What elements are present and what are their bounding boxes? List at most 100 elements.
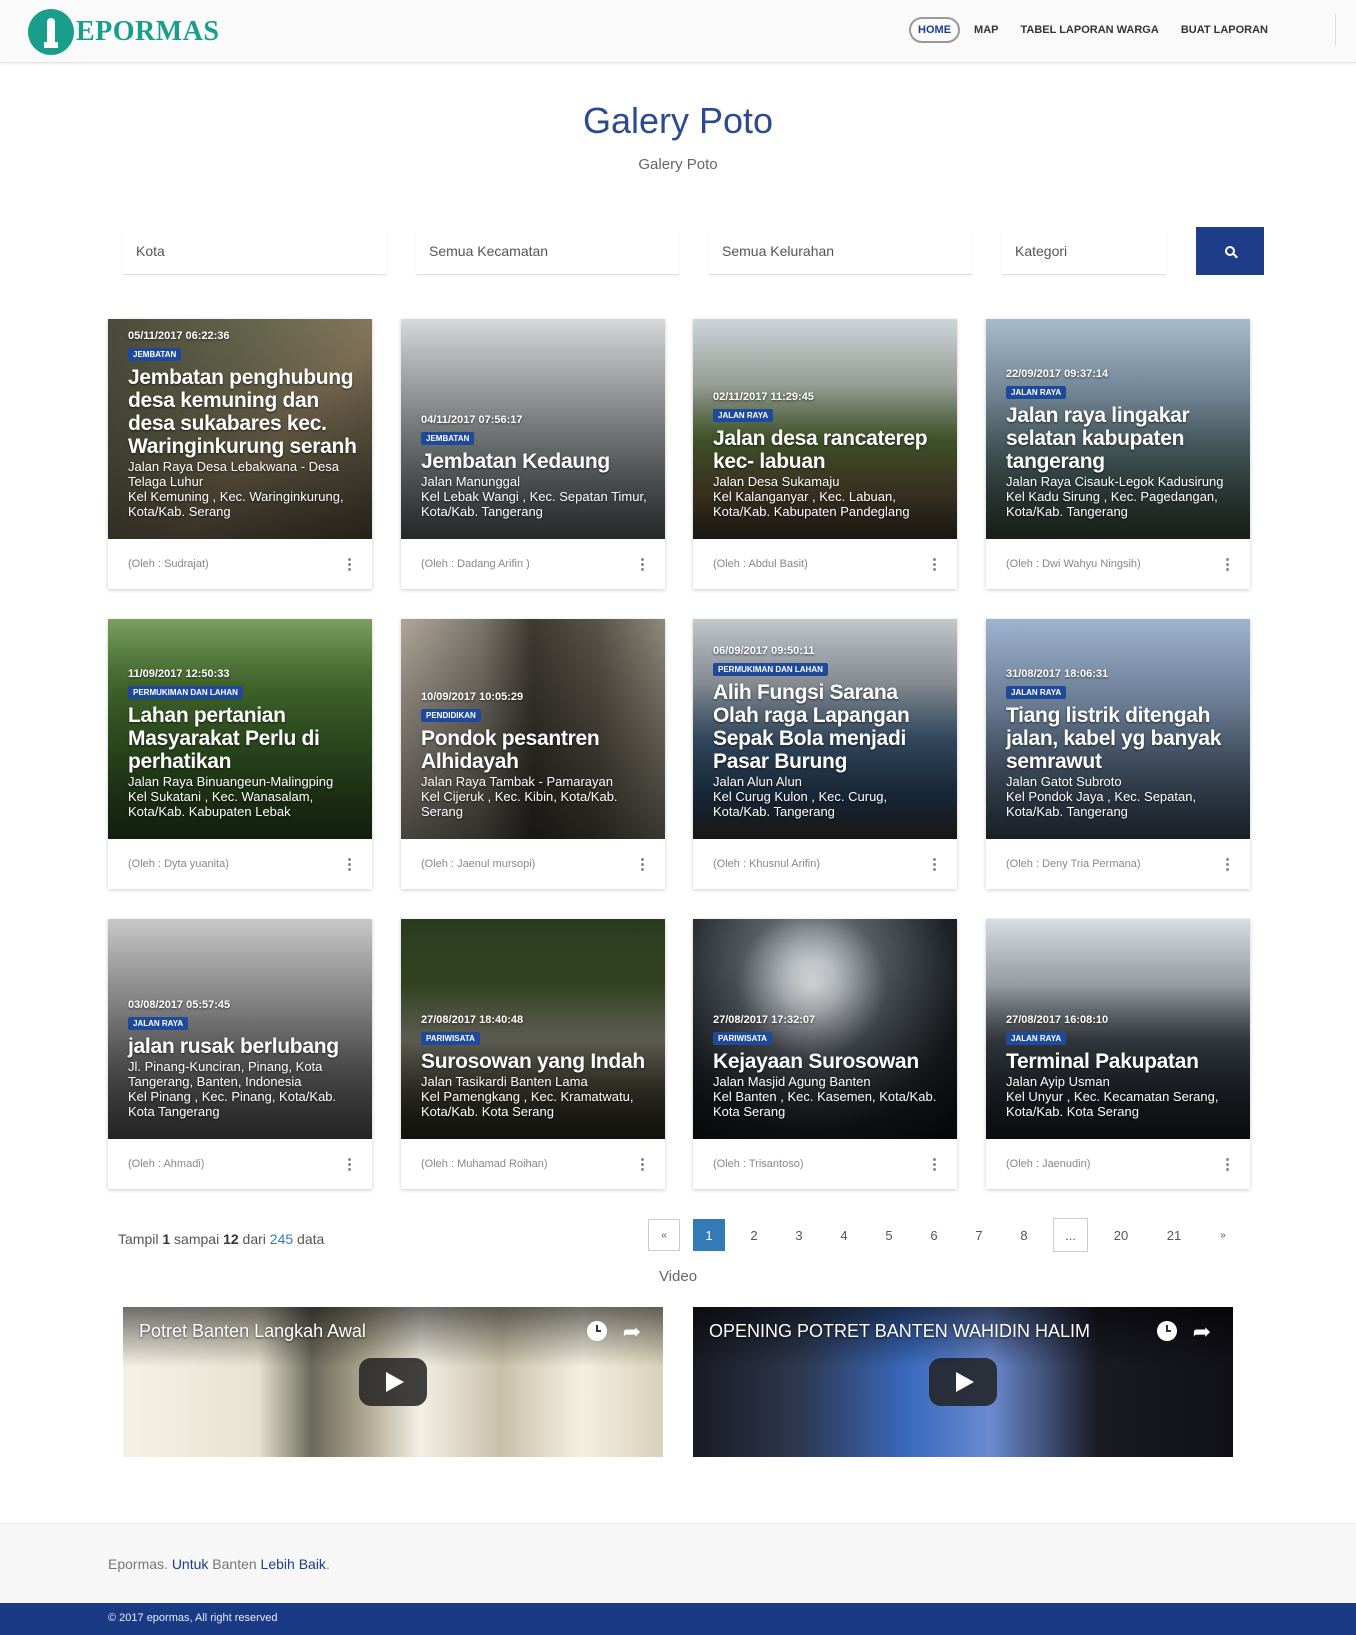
report-date: 03/08/2017 05:57:45 bbox=[128, 999, 231, 1011]
report-card[interactable]: 10/09/2017 10:05:29 PENDIDIKAN Pondok pesa… bbox=[401, 619, 665, 889]
pagination-page-7[interactable]: 7 bbox=[963, 1219, 995, 1251]
share-icon[interactable]: ➦ bbox=[1193, 1319, 1211, 1345]
kategori-select[interactable]: Kategori bbox=[1002, 229, 1166, 275]
more-options-icon[interactable] bbox=[348, 857, 352, 871]
report-photo[interactable]: 05/11/2017 06:22:36 JEMBATAN Jembatan peng… bbox=[108, 319, 372, 539]
pagination-page-3[interactable]: 3 bbox=[783, 1219, 815, 1251]
report-photo[interactable]: 27/08/2017 16:08:10 JALAN RAYA Terminal Pa… bbox=[986, 919, 1250, 1139]
pagination-page-2[interactable]: 2 bbox=[738, 1219, 770, 1251]
report-photo[interactable]: 27/08/2017 17:32:07 PARIWISATA Kejayaan Su… bbox=[693, 919, 957, 1139]
more-options-icon[interactable] bbox=[641, 857, 645, 871]
report-card[interactable]: 27/08/2017 18:40:48 PARIWISATA Surosowan y… bbox=[401, 919, 665, 1189]
report-title[interactable]: Jembatan penghubung desa kemuning dan de… bbox=[128, 366, 358, 458]
pagination-page-5[interactable]: 5 bbox=[873, 1219, 905, 1251]
more-options-icon[interactable] bbox=[641, 557, 645, 571]
report-author: (Oleh : Dyta yuanita) bbox=[128, 858, 229, 870]
play-button[interactable] bbox=[929, 1358, 997, 1406]
card-footer: (Oleh : Khusnul Arifin) bbox=[693, 839, 957, 889]
report-photo[interactable]: 11/09/2017 12:50:33 PERMUKIMAN DAN LAHAN L… bbox=[108, 619, 372, 839]
category-badge: PENDIDIKAN bbox=[421, 709, 481, 722]
report-title[interactable]: Jalan raya lingakar selatan kabupaten ta… bbox=[1006, 404, 1236, 473]
report-photo[interactable]: 02/11/2017 11:29:45 JALAN RAYA Jalan desa … bbox=[693, 319, 957, 539]
more-options-icon[interactable] bbox=[1226, 557, 1230, 571]
report-location: Kel Lebak Wangi , Kec. Sepatan Timur, Ko… bbox=[421, 489, 647, 519]
report-title[interactable]: Kejayaan Surosowan bbox=[713, 1050, 943, 1073]
more-options-icon[interactable] bbox=[348, 1157, 352, 1171]
report-location: Kel Sukatani , Kec. Wanasalam, Kota/Kab.… bbox=[128, 789, 314, 819]
logo-text: EPORMAS bbox=[76, 16, 220, 47]
report-title[interactable]: Terminal Pakupatan bbox=[1006, 1050, 1236, 1073]
card-footer: (Oleh : Trisantoso) bbox=[693, 1139, 957, 1189]
report-photo[interactable]: 06/09/2017 09:50:11 PERMUKIMAN DAN LAHAN A… bbox=[693, 619, 957, 839]
pagination-page-4[interactable]: 4 bbox=[828, 1219, 860, 1251]
report-card[interactable]: 11/09/2017 12:50:33 PERMUKIMAN DAN LAHAN L… bbox=[108, 619, 372, 889]
video-title[interactable]: Potret Banten Langkah Awal bbox=[139, 1321, 366, 1342]
report-card[interactable]: 27/08/2017 17:32:07 PARIWISATA Kejayaan Su… bbox=[693, 919, 957, 1189]
search-button[interactable] bbox=[1196, 227, 1264, 275]
report-author: (Oleh : Deny Tria Permana) bbox=[1006, 858, 1141, 870]
pagination-page-20[interactable]: 20 bbox=[1101, 1219, 1141, 1251]
report-author: (Oleh : Khusnul Arifin) bbox=[713, 858, 820, 870]
more-options-icon[interactable] bbox=[1226, 1157, 1230, 1171]
report-author: (Oleh : Jaenul mursopi) bbox=[421, 858, 536, 870]
video-section-title: Video bbox=[658, 1268, 698, 1285]
pagination-page-1[interactable]: 1 bbox=[693, 1219, 725, 1251]
report-photo[interactable]: 22/09/2017 09:37:14 JALAN RAYA Jalan raya … bbox=[986, 319, 1250, 539]
report-card[interactable]: 05/11/2017 06:22:36 JEMBATAN Jembatan peng… bbox=[108, 319, 372, 589]
more-options-icon[interactable] bbox=[641, 1157, 645, 1171]
report-card[interactable]: 22/09/2017 09:37:14 JALAN RAYA Jalan raya … bbox=[986, 319, 1250, 589]
more-options-icon[interactable] bbox=[933, 857, 937, 871]
video-player-1[interactable]: Potret Banten Langkah Awal ➦ bbox=[123, 1307, 663, 1457]
report-card[interactable]: 03/08/2017 05:57:45 JALAN RAYA jalan rusak… bbox=[108, 919, 372, 1189]
report-photo[interactable]: 27/08/2017 18:40:48 PARIWISATA Surosowan y… bbox=[401, 919, 665, 1139]
more-options-icon[interactable] bbox=[933, 557, 937, 571]
report-card[interactable]: 06/09/2017 09:50:11 PERMUKIMAN DAN LAHAN A… bbox=[693, 619, 957, 889]
report-title[interactable]: Pondok pesantren Alhidayah bbox=[421, 727, 651, 773]
nav-buat-laporan[interactable]: BUAT LAPORAN bbox=[1173, 17, 1276, 43]
report-location: Kel Banten , Kec. Kasemen, Kota/Kab. Kot… bbox=[713, 1089, 937, 1119]
copyright-bar: © 2017 epormas, All right reserved bbox=[0, 1603, 1356, 1635]
report-title[interactable]: Lahan pertanian Masyarakat Perlu di perh… bbox=[128, 704, 358, 773]
report-title[interactable]: Tiang listrik ditengah jalan, kabel yg b… bbox=[1006, 704, 1236, 773]
report-photo[interactable]: 10/09/2017 10:05:29 PENDIDIKAN Pondok pesa… bbox=[401, 619, 665, 839]
report-title[interactable]: Jembatan Kedaung bbox=[421, 450, 651, 473]
share-icon[interactable]: ➦ bbox=[623, 1319, 641, 1345]
report-address: Jl. Pinang-Kunciran, Pinang, Kota Tanger… bbox=[128, 1059, 323, 1089]
report-photo[interactable]: 04/11/2017 07:56:17 JEMBATAN Jembatan Keda… bbox=[401, 319, 665, 539]
more-options-icon[interactable] bbox=[933, 1157, 937, 1171]
pagination-page-21[interactable]: 21 bbox=[1154, 1219, 1194, 1251]
logo[interactable]: EPORMAS bbox=[28, 9, 220, 55]
category-badge: JEMBATAN bbox=[128, 348, 182, 361]
report-title[interactable]: Surosowan yang Indah bbox=[421, 1050, 651, 1073]
watch-later-icon[interactable] bbox=[1157, 1321, 1177, 1341]
report-title[interactable]: jalan rusak berlubang bbox=[128, 1035, 358, 1058]
card-footer: (Oleh : Muhamad Roihan) bbox=[401, 1139, 665, 1189]
report-photo[interactable]: 31/08/2017 18:06:31 JALAN RAYA Tiang listr… bbox=[986, 619, 1250, 839]
pagination-next[interactable]: » bbox=[1207, 1219, 1239, 1251]
nav-map[interactable]: MAP bbox=[966, 17, 1006, 43]
video-player-2[interactable]: OPENING POTRET BANTEN WAHIDIN HALIM ➦ bbox=[693, 1307, 1233, 1457]
category-badge: PARIWISATA bbox=[421, 1032, 480, 1045]
video-title[interactable]: OPENING POTRET BANTEN WAHIDIN HALIM bbox=[709, 1321, 1090, 1342]
top-navbar: EPORMAS HOME MAP TABEL LAPORAN WARGA BUA… bbox=[0, 0, 1356, 63]
kelurahan-select[interactable]: Semua Kelurahan bbox=[709, 229, 972, 275]
report-card[interactable]: 02/11/2017 11:29:45 JALAN RAYA Jalan desa … bbox=[693, 319, 957, 589]
watch-later-icon[interactable] bbox=[587, 1321, 607, 1341]
report-photo[interactable]: 03/08/2017 05:57:45 JALAN RAYA jalan rusak… bbox=[108, 919, 372, 1139]
report-card[interactable]: 31/08/2017 18:06:31 JALAN RAYA Tiang listr… bbox=[986, 619, 1250, 889]
kota-select[interactable]: Kota bbox=[123, 229, 386, 275]
nav-tabel-laporan-warga[interactable]: TABEL LAPORAN WARGA bbox=[1013, 17, 1167, 43]
nav-home[interactable]: HOME bbox=[909, 17, 961, 43]
pagination-info: Tampil 1 sampai 12 dari 245 data bbox=[118, 1231, 325, 1247]
report-title[interactable]: Jalan desa rancaterep kec- labuan bbox=[713, 427, 943, 473]
kecamatan-select[interactable]: Semua Kecamatan bbox=[416, 229, 679, 275]
report-title[interactable]: Alih Fungsi Sarana Olah raga Lapangan Se… bbox=[713, 681, 943, 773]
play-button[interactable] bbox=[359, 1358, 427, 1406]
pagination-page-6[interactable]: 6 bbox=[918, 1219, 950, 1251]
report-card[interactable]: 04/11/2017 07:56:17 JEMBATAN Jembatan Keda… bbox=[401, 319, 665, 589]
pagination-prev[interactable]: « bbox=[648, 1219, 680, 1251]
more-options-icon[interactable] bbox=[348, 557, 352, 571]
pagination-page-8[interactable]: 8 bbox=[1008, 1219, 1040, 1251]
report-card[interactable]: 27/08/2017 16:08:10 JALAN RAYA Terminal Pa… bbox=[986, 919, 1250, 1189]
more-options-icon[interactable] bbox=[1226, 857, 1230, 871]
